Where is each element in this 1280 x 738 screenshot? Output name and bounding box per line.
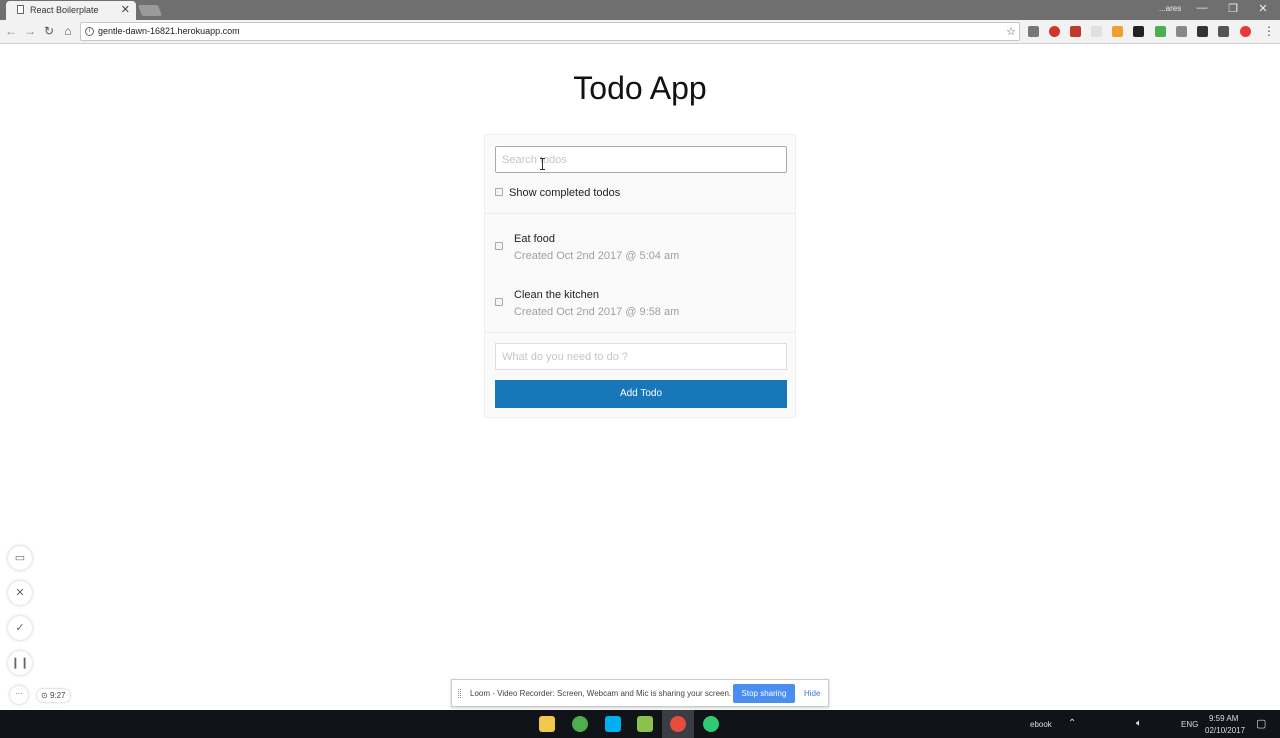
todo-panel: Show completed todos Eat food Created Oc…: [484, 134, 796, 418]
clock-date[interactable]: 02/10/2017: [1205, 726, 1245, 735]
stop-sharing-button[interactable]: Stop sharing: [733, 684, 795, 703]
page-title: Todo App: [573, 70, 707, 106]
menu-kebab-icon[interactable]: ⋮: [1262, 24, 1276, 38]
forward-arrow-icon[interactable]: →: [23, 24, 37, 38]
show-completed-checkbox[interactable]: [495, 188, 503, 196]
rss-extension-icon[interactable]: [1112, 26, 1123, 37]
todo-created-at: Created Oct 2nd 2017 @ 9:58 am: [514, 306, 680, 318]
browser-toolbar: ← → ↻ ⌂ i gentle-dawn-16821.herokuapp.co…: [0, 20, 1280, 44]
divider: [485, 213, 795, 214]
cancel-recording-icon[interactable]: ✕: [8, 581, 32, 605]
skype-icon[interactable]: [605, 716, 621, 732]
cap-extension-icon[interactable]: [1218, 26, 1229, 37]
home-icon[interactable]: ⌂: [61, 24, 75, 38]
more-options-icon[interactable]: ···: [10, 686, 28, 704]
search-input[interactable]: [495, 146, 787, 173]
clock-time[interactable]: 9:59 AM: [1209, 714, 1238, 723]
vivaldi-extension-icon[interactable]: [1049, 26, 1060, 37]
tray-ebook-label[interactable]: ebook: [1030, 720, 1052, 729]
close-window-button[interactable]: ✕: [1256, 2, 1270, 15]
minimize-button[interactable]: —: [1195, 2, 1209, 14]
new-todo-input[interactable]: [495, 343, 787, 370]
finish-recording-icon[interactable]: ✓: [8, 616, 32, 640]
volume-icon[interactable]: 🔈︎: [1136, 718, 1142, 729]
todo-checkbox[interactable]: [495, 298, 503, 306]
globe-app-icon[interactable]: [703, 716, 719, 732]
pocket-extension-icon[interactable]: [1070, 26, 1081, 37]
timer-value: 9:27: [49, 691, 66, 700]
browser-titlebar: React Boilerplate ✕ ...ares — ❐ ✕: [0, 0, 1280, 20]
sharing-message: Loom - Video Recorder: Screen, Webcam an…: [470, 689, 732, 698]
todo-checkbox[interactable]: [495, 242, 503, 250]
bookmark-star-icon[interactable]: ☆: [1006, 25, 1016, 38]
address-bar[interactable]: i gentle-dawn-16821.herokuapp.com ☆: [80, 22, 1020, 41]
file-explorer-icon[interactable]: [539, 716, 555, 732]
screen-sharing-bar: Loom - Video Recorder: Screen, Webcam an…: [451, 679, 829, 707]
pause-icon[interactable]: ❙❙: [8, 651, 32, 675]
back-arrow-icon[interactable]: ←: [4, 24, 18, 38]
tab-title: React Boilerplate: [30, 5, 99, 15]
extension-icon[interactable]: [1091, 26, 1102, 37]
text-cursor-icon: [540, 158, 545, 170]
show-completed-label: Show completed todos: [509, 187, 621, 199]
todo-text: Eat food: [514, 233, 555, 245]
reload-icon[interactable]: ↻: [42, 24, 56, 38]
maps-app-icon[interactable]: [572, 716, 588, 732]
book-extension-icon[interactable]: [1197, 26, 1208, 37]
hide-link[interactable]: Hide: [804, 689, 820, 698]
tab-close-icon[interactable]: ✕: [121, 3, 130, 16]
camera-off-icon[interactable]: ▭: [8, 546, 32, 570]
drag-handle-icon[interactable]: [458, 689, 461, 698]
bw-extension-icon[interactable]: [1133, 26, 1144, 37]
profile-name[interactable]: ...ares: [1159, 4, 1181, 13]
browser-tab[interactable]: React Boilerplate ✕: [6, 1, 136, 20]
new-tab-button[interactable]: [137, 5, 163, 16]
grey-extension-icon[interactable]: [1176, 26, 1187, 37]
language-indicator[interactable]: ENG: [1181, 720, 1198, 729]
loom-extension-icon[interactable]: [1240, 26, 1251, 37]
text-editor-icon[interactable]: [637, 716, 653, 732]
todo-text: Clean the kitchen: [514, 289, 599, 301]
todo-created-at: Created Oct 2nd 2017 @ 5:04 am: [514, 250, 680, 262]
notifications-icon[interactable]: ▢: [1256, 717, 1266, 730]
page-icon: [17, 5, 24, 14]
green-extension-icon[interactable]: [1155, 26, 1166, 37]
taskbar: ebook ⌃ 🔈︎ ENG 9:59 AM 02/10/2017 ▢: [0, 710, 1280, 738]
tray-chevron-up-icon[interactable]: ⌃: [1068, 718, 1076, 729]
restore-button[interactable]: ❐: [1226, 2, 1240, 15]
mail-extension-icon[interactable]: [1028, 26, 1039, 37]
url-text: gentle-dawn-16821.herokuapp.com: [98, 26, 240, 36]
chrome-icon[interactable]: [670, 716, 686, 732]
recording-timer: ⊙ 9:27: [37, 689, 70, 702]
add-todo-button[interactable]: Add Todo: [495, 380, 787, 408]
info-icon[interactable]: i: [85, 27, 94, 36]
divider: [485, 332, 795, 333]
